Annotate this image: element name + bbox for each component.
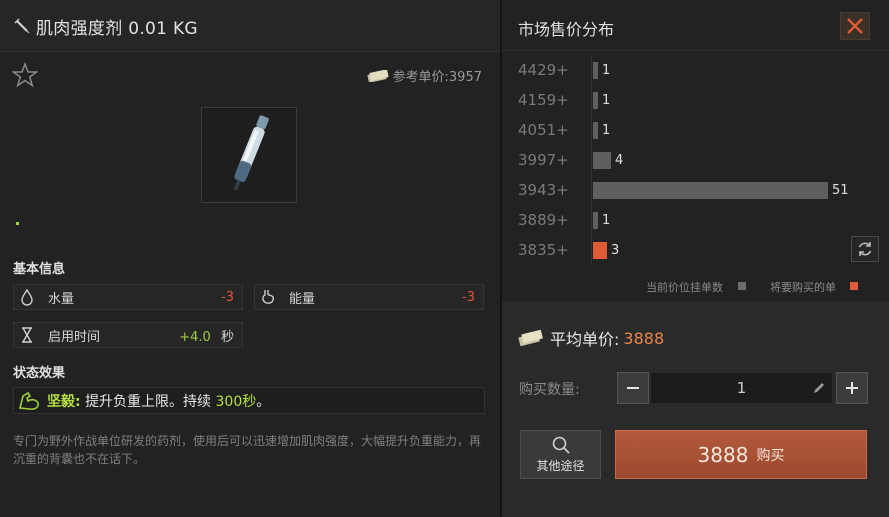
chart-count-label: 1 <box>602 123 611 138</box>
quantity-increase-button[interactable] <box>836 372 868 404</box>
stat-use-time-label: 启用时间 <box>48 329 101 345</box>
chart-price-label: 3943+ <box>518 181 569 199</box>
market-separator <box>502 50 889 51</box>
money-icon <box>518 330 543 346</box>
chart-row: 4159+ 1 <box>502 85 889 115</box>
status-effect-desc: 提升负重上限。持续 <box>85 393 212 410</box>
chart-price-label: 4429+ <box>518 61 569 79</box>
average-price-value: 3888 <box>623 328 665 348</box>
stat-energy-value: -3 <box>462 289 475 305</box>
minus-icon <box>627 387 639 389</box>
favorite-star-icon[interactable] <box>12 62 38 88</box>
status-effect-text: 坚毅: 提升负重上限。持续 300秒。 <box>47 391 270 411</box>
chart-bar <box>593 122 598 139</box>
stat-use-time: 启用时间 +4.0 秒 <box>13 322 243 348</box>
hourglass-icon <box>14 322 40 348</box>
chart-bar <box>593 242 607 259</box>
buy-button[interactable]: 3888 购买 <box>615 430 867 479</box>
chart-count-label: 3 <box>611 243 620 258</box>
other-sources-label: 其他途径 <box>536 459 585 473</box>
stat-water: 水量 -3 <box>13 284 243 310</box>
chart-count-label: 1 <box>602 213 611 228</box>
item-description: 专门为野外作战单位研发的药剂，使用后可以迅速增加肌肉强度，大幅提升负重能力，再沉… <box>13 434 482 466</box>
money-icon <box>366 69 389 82</box>
chart-row: 3835+ 3 <box>502 235 889 265</box>
muscle-injector-image <box>233 115 269 191</box>
chart-row: 4429+ 1 <box>502 55 889 85</box>
search-icon <box>552 436 570 454</box>
pencil-icon <box>814 383 824 393</box>
chart-price-label: 3889+ <box>518 211 569 229</box>
chart-legend: 当前价位挂单数 将要购买的单 <box>502 276 889 296</box>
item-title: 肌肉强度剂 0.01 KG <box>36 19 198 39</box>
refresh-icon <box>858 242 872 256</box>
stat-energy-label: 能量 <box>289 291 316 307</box>
status-effect-duration: 300秒 <box>215 393 257 410</box>
buy-button-price: 3888 <box>697 442 749 467</box>
buy-button-label: 购买 <box>756 447 785 464</box>
stat-water-value: -3 <box>221 289 234 305</box>
quantity-input[interactable]: 1 <box>650 372 833 404</box>
chart-count-label: 1 <box>602 63 611 78</box>
buy-area: 平均单价: 3888 购买数量: 1 其他途径 3888 购买 <box>502 302 889 517</box>
chart-bar <box>593 152 611 169</box>
stat-use-time-unit: 秒 <box>220 329 234 345</box>
muscle-arm-icon <box>18 391 39 410</box>
stat-water-label: 水量 <box>48 291 75 307</box>
quantity-decrease-button[interactable] <box>617 372 649 404</box>
chart-count-label: 1 <box>602 93 611 108</box>
average-price-label: 平均单价: <box>550 330 620 349</box>
legend-mine-label: 将要购买的单 <box>770 281 836 294</box>
plus-icon <box>846 382 858 394</box>
legend-current-swatch <box>738 282 746 290</box>
reference-price: 参考单价:3957 <box>366 66 482 85</box>
quantity-value: 1 <box>736 379 747 397</box>
item-image-frame <box>201 107 297 203</box>
chart-row: 3997+ 4 <box>502 145 889 175</box>
legend-mine-swatch <box>850 282 858 290</box>
chart-price-label: 3997+ <box>518 151 569 169</box>
item-titlebar: 肌肉强度剂 0.01 KG <box>0 0 500 52</box>
item-detail-panel: 肌肉强度剂 0.01 KG 参考单价:3957 基本信息 水量 -3 能量 -3… <box>0 0 500 517</box>
legend-current-label: 当前价位挂单数 <box>646 281 723 294</box>
refresh-button[interactable] <box>851 236 879 262</box>
chart-count-label: 51 <box>832 183 849 198</box>
chart-count-label: 4 <box>615 153 624 168</box>
market-panel: 市场售价分布 4429+ 1 4159+ 1 4051+ 1 3997+ 4 3943+ 51 38… <box>502 0 889 517</box>
water-drop-icon <box>14 284 40 310</box>
stat-use-time-value-wrap: +4.0 秒 <box>179 326 234 345</box>
close-icon <box>847 18 863 34</box>
status-effect-end: 。 <box>256 393 271 410</box>
chart-bar <box>593 62 598 79</box>
chart-bar <box>593 92 598 109</box>
basic-info-heading: 基本信息 <box>13 262 66 277</box>
syringe-icon <box>14 18 30 34</box>
other-sources-button[interactable]: 其他途径 <box>520 430 601 479</box>
reference-price-text: 参考单价:3957 <box>392 70 482 85</box>
average-price: 平均单价: 3888 <box>518 326 664 350</box>
price-distribution-chart: 4429+ 1 4159+ 1 4051+ 1 3997+ 4 3943+ 51 3889+ 1 383… <box>502 55 889 270</box>
chart-price-label: 4051+ <box>518 121 569 139</box>
chart-row: 3889+ 1 <box>502 205 889 235</box>
status-effect-heading: 状态效果 <box>13 366 66 381</box>
status-effect-row: 坚毅: 提升负重上限。持续 300秒。 <box>13 387 485 414</box>
status-effect-name: 坚毅: <box>47 393 81 410</box>
stomach-icon <box>255 284 281 310</box>
chart-price-label: 4159+ <box>518 91 569 109</box>
market-title: 市场售价分布 <box>518 20 615 39</box>
chart-price-label: 3835+ <box>518 241 569 259</box>
chart-row: 4051+ 1 <box>502 115 889 145</box>
chart-row: 3943+ 51 <box>502 175 889 205</box>
rarity-dot <box>16 222 19 225</box>
stat-use-time-value: +4.0 <box>179 329 211 345</box>
chart-bar <box>593 212 598 229</box>
quantity-label: 购买数量: <box>519 382 580 398</box>
chart-bar <box>593 182 828 199</box>
close-button[interactable] <box>840 12 870 40</box>
stat-energy: 能量 -3 <box>254 284 484 310</box>
